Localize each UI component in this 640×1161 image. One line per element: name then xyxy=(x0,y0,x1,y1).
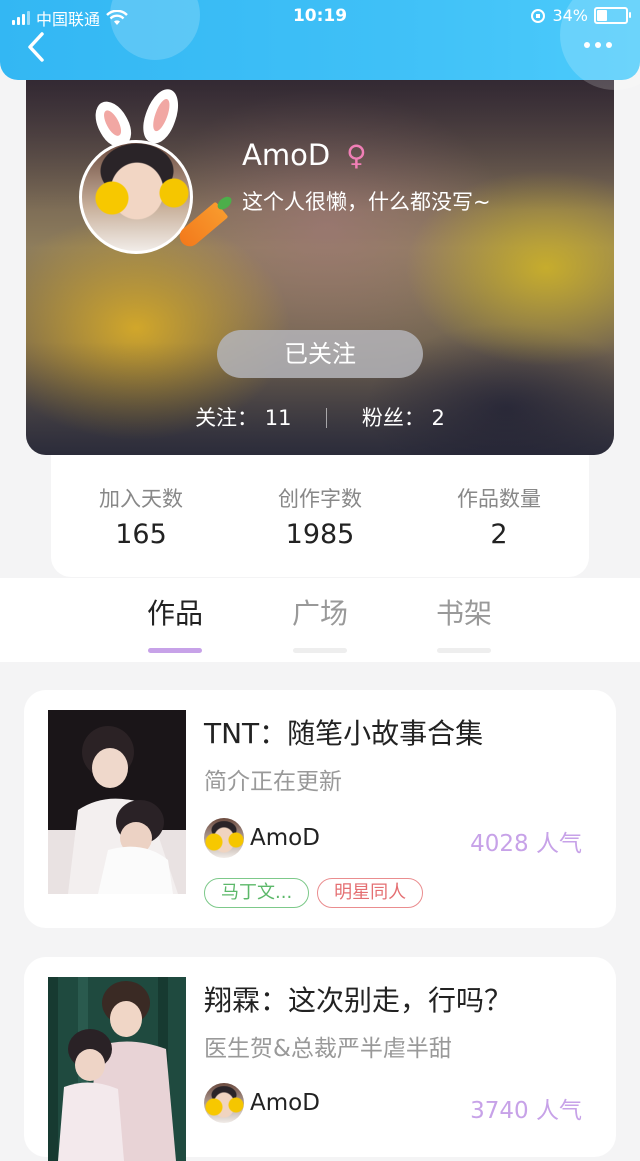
orientation-lock-icon xyxy=(531,8,546,23)
fans-count: 2 xyxy=(431,406,445,430)
stat-label: 作品数量 xyxy=(457,487,541,511)
author-avatar xyxy=(204,818,244,858)
work-popularity: 4028 人气 xyxy=(470,831,582,857)
stat-value: 165 xyxy=(115,519,167,550)
stat-label: 创作字数 xyxy=(278,487,362,511)
work-popularity: 3740 人气 xyxy=(470,1098,582,1124)
cover-image xyxy=(48,710,186,894)
app-header: 中国联通 10:19 34% xyxy=(0,0,640,90)
following-stat[interactable]: 关注： 11 xyxy=(195,402,291,432)
tab-label: 广场 xyxy=(291,597,348,630)
status-right: 34% xyxy=(530,6,631,25)
tag-pill[interactable]: 明星同人 xyxy=(317,878,424,908)
name-row: AmoD ♀ xyxy=(242,138,367,172)
content-tabs: 作品 广场 书架 xyxy=(0,578,640,662)
tab-bookshelf[interactable]: 书架 xyxy=(404,592,524,653)
avatar-frame[interactable] xyxy=(76,84,229,258)
divider xyxy=(326,408,328,428)
work-cover[interactable] xyxy=(48,977,186,1161)
tab-square[interactable]: 广场 xyxy=(260,592,380,653)
work-desc: 医生贺&总裁严半虐半甜 xyxy=(204,1036,452,1062)
stat-works-count: 作品数量 2 xyxy=(409,483,589,550)
back-button[interactable] xyxy=(22,30,52,64)
stat-word-count: 创作字数 1985 xyxy=(230,483,410,550)
tab-label: 书架 xyxy=(435,597,492,630)
tab-label: 作品 xyxy=(146,597,203,630)
avatar[interactable] xyxy=(79,140,193,254)
stat-value: 2 xyxy=(490,519,508,550)
stat-value: 1985 xyxy=(285,519,355,550)
work-card[interactable]: TNT：随笔小故事合集 简介正在更新 AmoD 4028 人气 马丁文... 明… xyxy=(24,690,616,928)
work-title[interactable]: 翔霖：这次别走，行吗？ xyxy=(204,979,512,1019)
author-name: AmoD xyxy=(250,825,320,851)
stats-card: 加入天数 165 创作字数 1985 作品数量 2 xyxy=(51,455,589,577)
stat-label: 加入天数 xyxy=(99,487,183,511)
fans-stat[interactable]: 粉丝： 2 xyxy=(362,402,445,432)
status-bar: 中国联通 10:19 34% xyxy=(0,0,640,34)
tab-indicator xyxy=(148,648,202,653)
tab-works[interactable]: 作品 xyxy=(115,592,235,653)
author-name: AmoD xyxy=(250,1090,320,1116)
work-desc: 简介正在更新 xyxy=(204,769,342,795)
work-author[interactable]: AmoD xyxy=(204,818,320,858)
tab-indicator xyxy=(437,648,491,653)
work-tags: 马丁文... 明星同人 xyxy=(204,878,424,908)
following-label: 关注： xyxy=(195,406,259,430)
follow-button[interactable]: 已关注 xyxy=(217,330,423,378)
cover-image xyxy=(48,977,186,1161)
tab-indicator xyxy=(293,648,347,653)
work-title[interactable]: TNT：随笔小故事合集 xyxy=(204,712,483,752)
more-button[interactable] xyxy=(584,42,612,48)
work-cover[interactable] xyxy=(48,710,186,894)
user-name: AmoD xyxy=(242,138,331,172)
female-icon: ♀ xyxy=(346,138,367,172)
stat-join-days: 加入天数 165 xyxy=(51,483,231,550)
battery-percent: 34% xyxy=(552,6,588,25)
work-author[interactable]: AmoD xyxy=(204,1083,320,1123)
author-avatar xyxy=(204,1083,244,1123)
user-bio: 这个人很懒，什么都没写~ xyxy=(242,190,491,214)
follow-counts: 关注： 11 粉丝： 2 xyxy=(26,402,614,432)
tag-pill[interactable]: 马丁文... xyxy=(204,878,310,908)
profile-header-card: AmoD ♀ 这个人很懒，什么都没写~ 已关注 关注： 11 粉丝： 2 xyxy=(26,78,614,455)
work-card[interactable]: 翔霖：这次别走，行吗？ 医生贺&总裁严半虐半甜 AmoD 3740 人气 xyxy=(24,957,616,1161)
following-count: 11 xyxy=(264,406,292,430)
fans-label: 粉丝： xyxy=(361,406,425,430)
battery-icon xyxy=(594,7,631,24)
